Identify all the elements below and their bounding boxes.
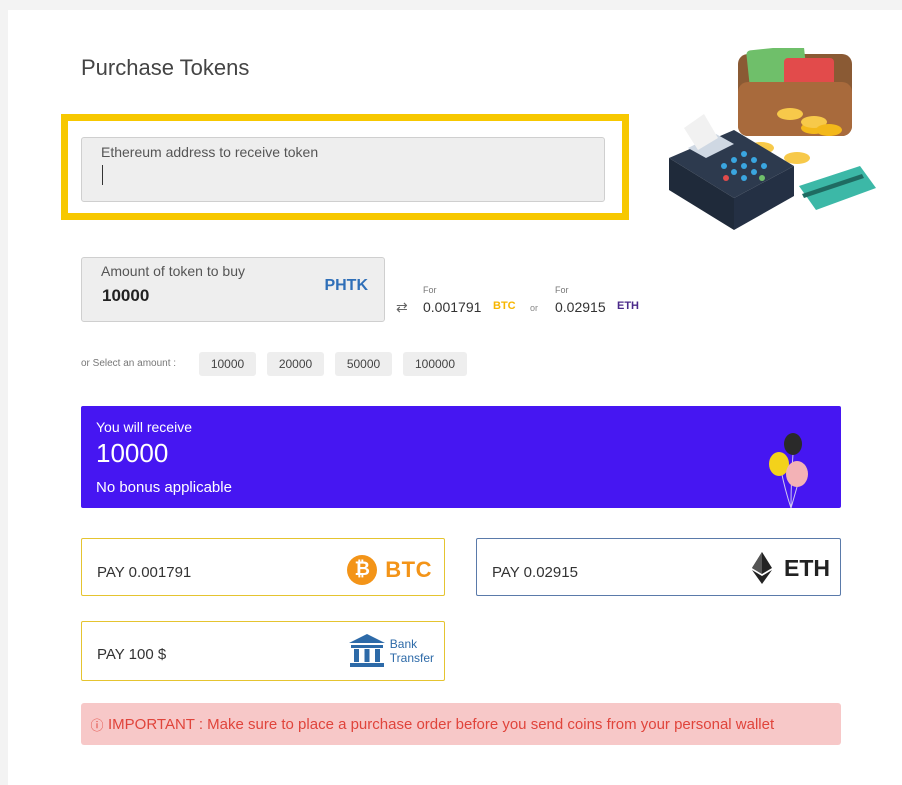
important-notice-text: IMPORTANT : Make sure to place a purchas… (108, 715, 775, 733)
bank-icon (348, 634, 385, 667)
swap-arrows-icon: ⇄ (396, 299, 408, 315)
pay-bank-transfer-button[interactable]: PAY 100 $ Bank Transfer (81, 621, 445, 681)
preset-amount-10000[interactable]: 10000 (199, 352, 256, 376)
eth-conversion-value: 0.02915 (555, 299, 606, 315)
receive-label: You will receive (96, 419, 192, 435)
pay-eth-label: PAY 0.02915 (492, 564, 578, 581)
or-label: or (530, 303, 539, 313)
bank-transfer-logo: Bank Transfer (348, 634, 434, 668)
pay-bank-label: PAY 100 $ (97, 646, 167, 663)
token-unit-label: PHTK (324, 277, 368, 294)
receive-summary-panel: You will receive 10000 No bonus applicab… (81, 406, 841, 508)
token-amount-value[interactable]: 10000 (102, 286, 149, 306)
bank-brand-line1: Bank (389, 637, 418, 651)
btc-conversion-unit: BTC (493, 300, 516, 312)
text-caret (102, 165, 103, 185)
bitcoin-icon: ₿ (347, 555, 378, 585)
eth-conversion-unit: ETH (617, 300, 639, 312)
balloons-icon (767, 430, 815, 508)
preset-amount-20000[interactable]: 20000 (267, 352, 324, 376)
ethereum-address-field[interactable]: Ethereum address to receive token (81, 137, 605, 202)
bank-brand-line2: Transfer (389, 651, 434, 665)
eth-for-label: For (555, 285, 569, 295)
wallet-pos-illustration (664, 45, 879, 241)
eth-brand-text: ETH (784, 554, 830, 581)
pay-btc-button[interactable]: PAY 0.001791 ₿ BTC (81, 538, 445, 596)
info-icon: ⓘ (90, 717, 104, 733)
btc-conversion-value: 0.001791 (423, 299, 482, 315)
bitcoin-logo: ₿ BTC (347, 555, 432, 585)
ethereum-logo: ETH (752, 552, 830, 584)
preset-amount-50000[interactable]: 50000 (335, 352, 392, 376)
bonus-text: No bonus applicable (96, 479, 232, 496)
ethereum-icon (752, 552, 772, 584)
btc-brand-text: BTC (385, 557, 432, 582)
pay-btc-label: PAY 0.001791 (97, 564, 192, 581)
pay-eth-button[interactable]: PAY 0.02915 ETH (476, 538, 841, 596)
page-title: Purchase Tokens (81, 55, 250, 80)
receive-value: 10000 (96, 438, 169, 468)
select-amount-label: or Select an amount : (81, 358, 177, 369)
preset-amount-100000[interactable]: 100000 (403, 352, 467, 376)
token-amount-field[interactable]: Amount of token to buy 10000 PHTK (81, 257, 385, 322)
token-amount-label: Amount of token to buy (101, 263, 245, 279)
ethereum-address-label: Ethereum address to receive token (101, 144, 319, 160)
btc-for-label: For (423, 285, 437, 295)
important-notice: ⓘ IMPORTANT : Make sure to place a purch… (81, 703, 841, 745)
